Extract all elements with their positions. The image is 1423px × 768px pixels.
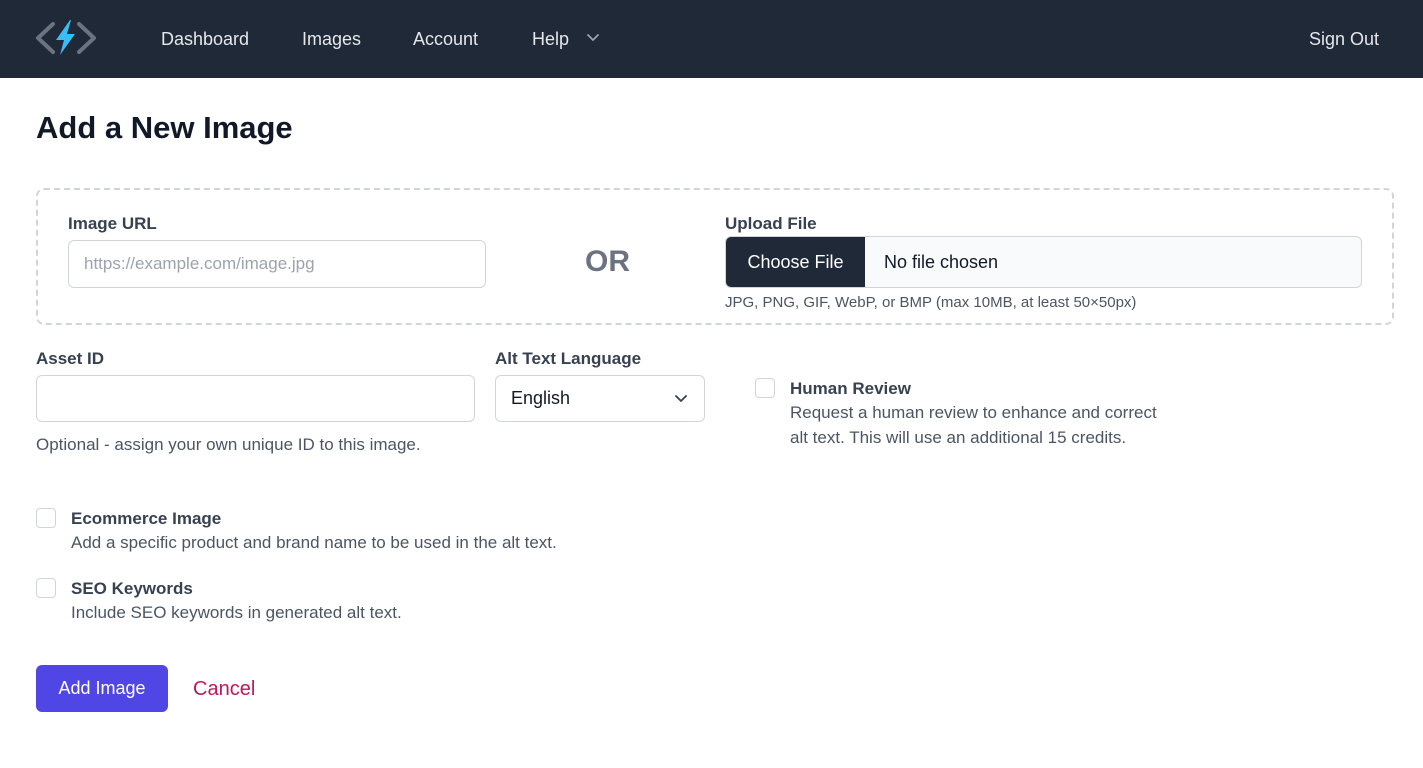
cancel-link[interactable]: Cancel <box>193 677 255 701</box>
human-review-description: Request a human review to enhance and co… <box>790 403 1157 447</box>
alt-text-language-select[interactable]: English <box>495 375 705 422</box>
seo-keywords-description: Include SEO keywords in generated alt te… <box>71 603 402 622</box>
asset-id-help-text: Optional - assign your own unique ID to … <box>36 435 421 454</box>
choose-file-button[interactable]: Choose File <box>726 237 865 287</box>
selected-language: English <box>511 388 571 408</box>
upload-file-label: Upload File <box>725 214 817 233</box>
human-review-title: Human Review <box>790 379 911 398</box>
image-url-label: Image URL <box>68 214 157 233</box>
file-format-hint: JPG, PNG, GIF, WebP, or BMP (max 10MB, a… <box>725 294 1137 311</box>
nav-link-dashboard[interactable]: Dashboard <box>161 28 249 50</box>
sign-out-link[interactable]: Sign Out <box>1309 28 1379 50</box>
nav-link-account[interactable]: Account <box>413 28 478 50</box>
top-navbar: Dashboard Images Account Help Sign Out <box>0 0 1423 78</box>
asset-id-label: Asset ID <box>36 349 105 368</box>
ecommerce-image-checkbox[interactable] <box>36 508 56 528</box>
page-title: Add a New Image <box>36 110 293 145</box>
human-review-checkbox[interactable] <box>755 378 775 398</box>
chevron-down-icon <box>673 391 689 407</box>
bolt-code-logo-icon[interactable] <box>35 19 97 57</box>
alt-text-language-label: Alt Text Language <box>495 349 642 368</box>
or-divider-text: OR <box>585 245 630 278</box>
file-upload-input[interactable]: Choose File No file chosen <box>725 236 1362 288</box>
nav-link-help[interactable]: Help <box>532 28 569 50</box>
nav-link-images[interactable]: Images <box>302 28 361 50</box>
ecommerce-image-description: Add a specific product and brand name to… <box>71 533 557 552</box>
add-image-button[interactable]: Add Image <box>36 665 168 712</box>
file-status-text: No file chosen <box>884 252 999 272</box>
asset-id-input[interactable] <box>36 375 475 422</box>
seo-keywords-checkbox[interactable] <box>36 578 56 598</box>
ecommerce-image-title: Ecommerce Image <box>71 509 222 528</box>
seo-keywords-title: SEO Keywords <box>71 579 193 598</box>
chevron-down-icon[interactable] <box>585 30 601 46</box>
image-url-input[interactable] <box>68 240 486 288</box>
